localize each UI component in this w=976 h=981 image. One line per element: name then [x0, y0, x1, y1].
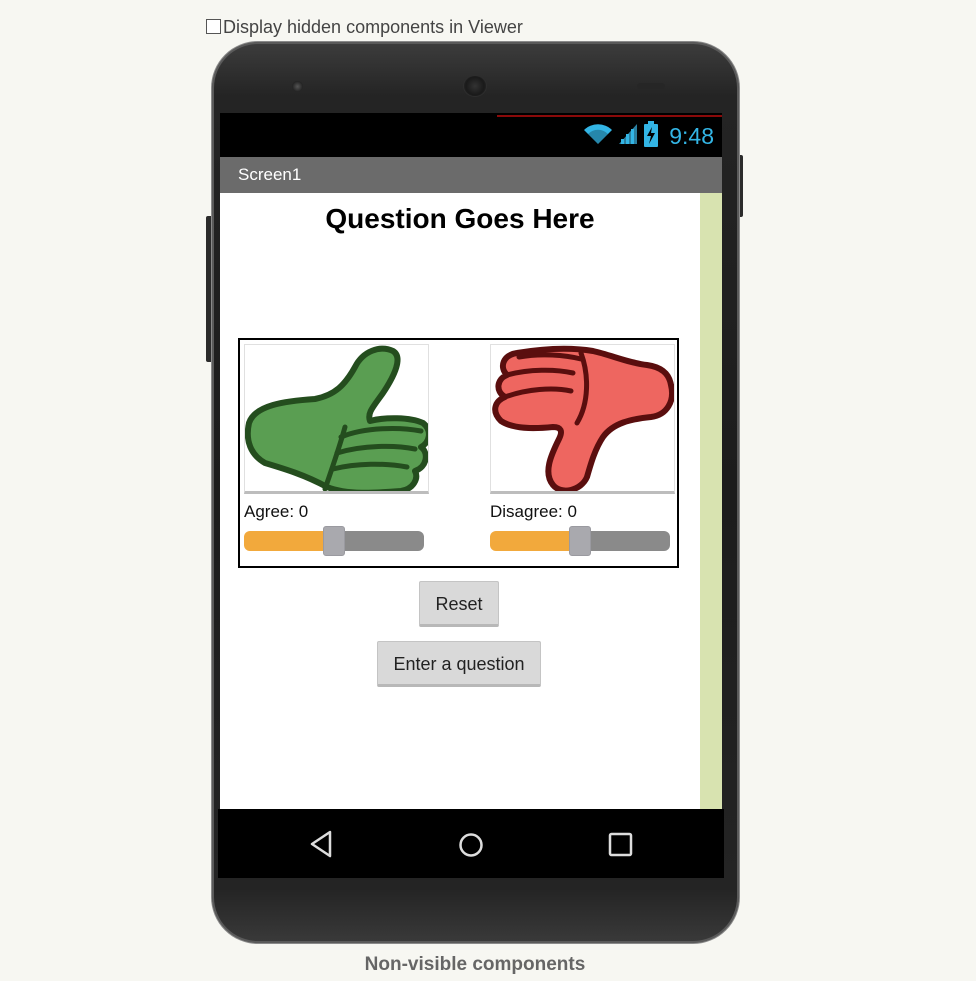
disagree-column: Disagree: 0 [490, 344, 675, 556]
agree-slider-filled [244, 531, 334, 551]
proximity-sensor [637, 83, 665, 89]
agree-slider[interactable] [244, 526, 424, 556]
signal-icon [617, 122, 639, 151]
status-bar: 9:48 [220, 113, 722, 157]
thumbs-up-icon [245, 345, 428, 491]
app-screen: Question Goes Here Agree: 0 Disagree: 0 … [220, 193, 700, 809]
thumbs-down-icon [492, 345, 674, 491]
agree-slider-empty [334, 531, 424, 551]
enter-question-button[interactable]: Enter a question [377, 641, 541, 687]
status-clock: 9:48 [669, 123, 714, 149]
agree-slider-thumb[interactable] [323, 526, 345, 556]
question-label: Question Goes Here [325, 203, 595, 234]
display-hidden-components-label: Display hidden components in Viewer [223, 17, 523, 37]
designer-viewer: Display hidden components in Viewer 9:48… [0, 0, 976, 981]
disagree-slider[interactable] [490, 526, 670, 556]
disagree-slider-thumb[interactable] [569, 526, 591, 556]
earpiece-speaker [464, 76, 486, 96]
display-hidden-components-checkbox[interactable]: Display hidden components in Viewer [206, 14, 523, 38]
disagree-count-label: Disagree: 0 [490, 502, 577, 521]
status-accent-line [497, 115, 722, 117]
recents-icon[interactable] [607, 829, 635, 864]
back-icon[interactable] [308, 829, 334, 864]
agree-count-label: Agree: 0 [244, 502, 309, 521]
wifi-icon [583, 122, 613, 151]
vote-arrangement: Agree: 0 Disagree: 0 [238, 338, 679, 568]
screen-title: Screen1 [238, 165, 302, 184]
agree-image[interactable] [244, 344, 429, 494]
battery-charging-icon [643, 121, 659, 152]
reset-button[interactable]: Reset [419, 581, 499, 627]
checkbox-box[interactable] [206, 18, 221, 34]
non-visible-components-label: Non-visible components [364, 954, 586, 975]
navigation-bar [218, 809, 724, 878]
front-camera [292, 81, 303, 92]
screen-side-strip [700, 193, 722, 809]
action-bar: Screen1 [220, 157, 722, 193]
agree-column: Agree: 0 [244, 344, 429, 556]
disagree-slider-filled [490, 531, 580, 551]
disagree-slider-empty [580, 531, 670, 551]
status-icons: 9:48 [583, 121, 714, 152]
home-icon[interactable] [457, 829, 485, 864]
disagree-image[interactable] [490, 344, 675, 494]
